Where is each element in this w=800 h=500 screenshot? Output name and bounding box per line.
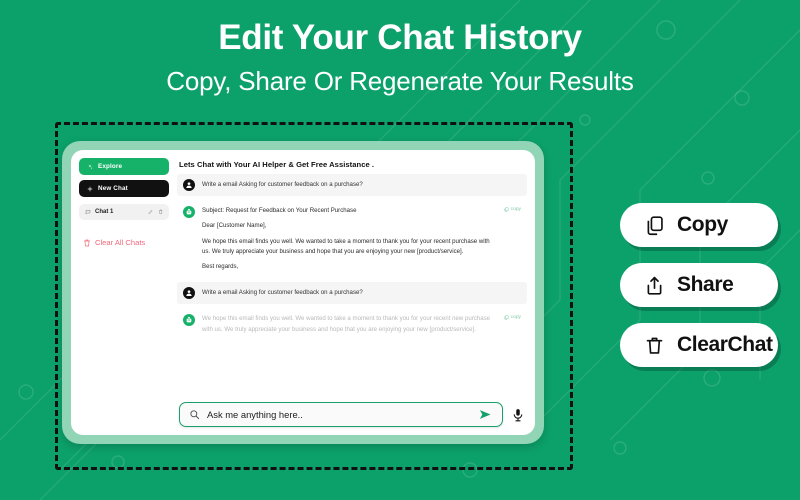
page-subtitle: Copy, Share Or Regenerate Your Results xyxy=(166,66,634,97)
send-icon[interactable] xyxy=(478,407,493,422)
pencil-icon[interactable] xyxy=(148,209,154,215)
copy-message-button[interactable]: copy xyxy=(504,207,521,212)
action-button-group: Copy Share ClearChat xyxy=(620,203,778,367)
clear-chat-button-label: ClearChat xyxy=(677,333,773,356)
message-list: Write a email Asking for customer feedba… xyxy=(177,174,527,396)
microphone-icon xyxy=(513,408,523,421)
message-text: We hope this email finds you well. We wa… xyxy=(202,237,490,256)
message-text: We hope this email finds you well. We wa… xyxy=(202,315,491,333)
sidebar-chat-item[interactable]: Chat 1 xyxy=(79,204,169,220)
message-text: Write a email Asking for customer feedba… xyxy=(202,180,363,188)
share-icon xyxy=(647,276,662,295)
page-title: Edit Your Chat History xyxy=(218,18,582,57)
trash-icon xyxy=(84,239,90,246)
message-user-2: Write a email Asking for customer feedba… xyxy=(177,282,527,305)
chat-item-actions xyxy=(148,209,163,215)
copy-chip-label: copy xyxy=(510,207,521,212)
sidebar-item-new-chat[interactable]: New Chat xyxy=(79,180,169,197)
sidebar-chat-item-label: Chat 1 xyxy=(95,209,114,215)
copy-message-button[interactable]: copy xyxy=(504,315,521,320)
trash-icon xyxy=(646,337,663,354)
message-body: Write a email Asking for customer feedba… xyxy=(202,180,521,190)
user-avatar-icon xyxy=(183,287,195,300)
chat-app-card: Explore New Chat Chat 1 Clear All Chats … xyxy=(62,141,544,444)
message-text: Subject: Request for Feedback on Your Re… xyxy=(202,207,357,214)
copy-icon xyxy=(504,207,509,212)
message-assistant-1: Subject: Request for Feedback on Your Re… xyxy=(177,201,527,278)
bot-avatar-icon xyxy=(183,206,195,218)
message-body: Write a email Asking for customer feedba… xyxy=(202,288,521,298)
plus-icon xyxy=(87,186,93,191)
copy-icon xyxy=(504,315,509,320)
sidebar-new-chat-label: New Chat xyxy=(98,185,128,192)
page-header: Edit Your Chat History Copy, Share Or Re… xyxy=(0,0,800,97)
composer: Ask me anything here.. xyxy=(177,396,527,429)
microphone-button[interactable] xyxy=(511,408,525,422)
message-user-1: Write a email Asking for customer feedba… xyxy=(177,174,527,196)
message-text: Write a email Asking for customer feedba… xyxy=(202,289,363,297)
search-input[interactable]: Ask me anything here.. xyxy=(179,402,503,427)
clear-all-chats-label: Clear All Chats xyxy=(95,238,146,247)
message-assistant-2: We hope this email finds you well. We wa… xyxy=(177,309,527,341)
chat-column: Lets Chat with Your AI Helper & Get Free… xyxy=(175,158,527,429)
message-text: Best regards, xyxy=(202,262,239,270)
chat-heading: Lets Chat with Your AI Helper & Get Free… xyxy=(179,160,375,169)
sidebar: Explore New Chat Chat 1 Clear All Chats xyxy=(79,158,175,429)
sidebar-item-explore[interactable]: Explore xyxy=(79,158,169,175)
chat-app-inner-panel: Explore New Chat Chat 1 Clear All Chats … xyxy=(71,150,535,435)
message-text: Dear [Customer Name], xyxy=(202,222,267,230)
clear-chat-button[interactable]: ClearChat xyxy=(620,323,778,367)
search-input-placeholder: Ask me anything here.. xyxy=(207,409,303,420)
trash-icon[interactable] xyxy=(158,209,164,215)
copy-button[interactable]: Copy xyxy=(620,203,778,247)
message-body: We hope this email finds you well. We wa… xyxy=(202,314,521,335)
user-avatar-icon xyxy=(183,179,195,191)
message-icon xyxy=(85,210,91,215)
search-icon xyxy=(190,410,200,420)
sidebar-explore-label: Explore xyxy=(98,163,123,170)
sparkle-icon xyxy=(88,164,93,169)
clear-all-chats-button[interactable]: Clear All Chats xyxy=(79,238,169,247)
copy-chip-label: copy xyxy=(510,315,521,321)
share-button-label: Share xyxy=(677,273,734,296)
share-button[interactable]: Share xyxy=(620,263,778,307)
copy-button-label: Copy xyxy=(677,213,728,236)
message-body: Subject: Request for Feedback on Your Re… xyxy=(202,206,521,272)
bot-avatar-icon xyxy=(183,314,195,327)
copy-icon xyxy=(647,215,663,235)
